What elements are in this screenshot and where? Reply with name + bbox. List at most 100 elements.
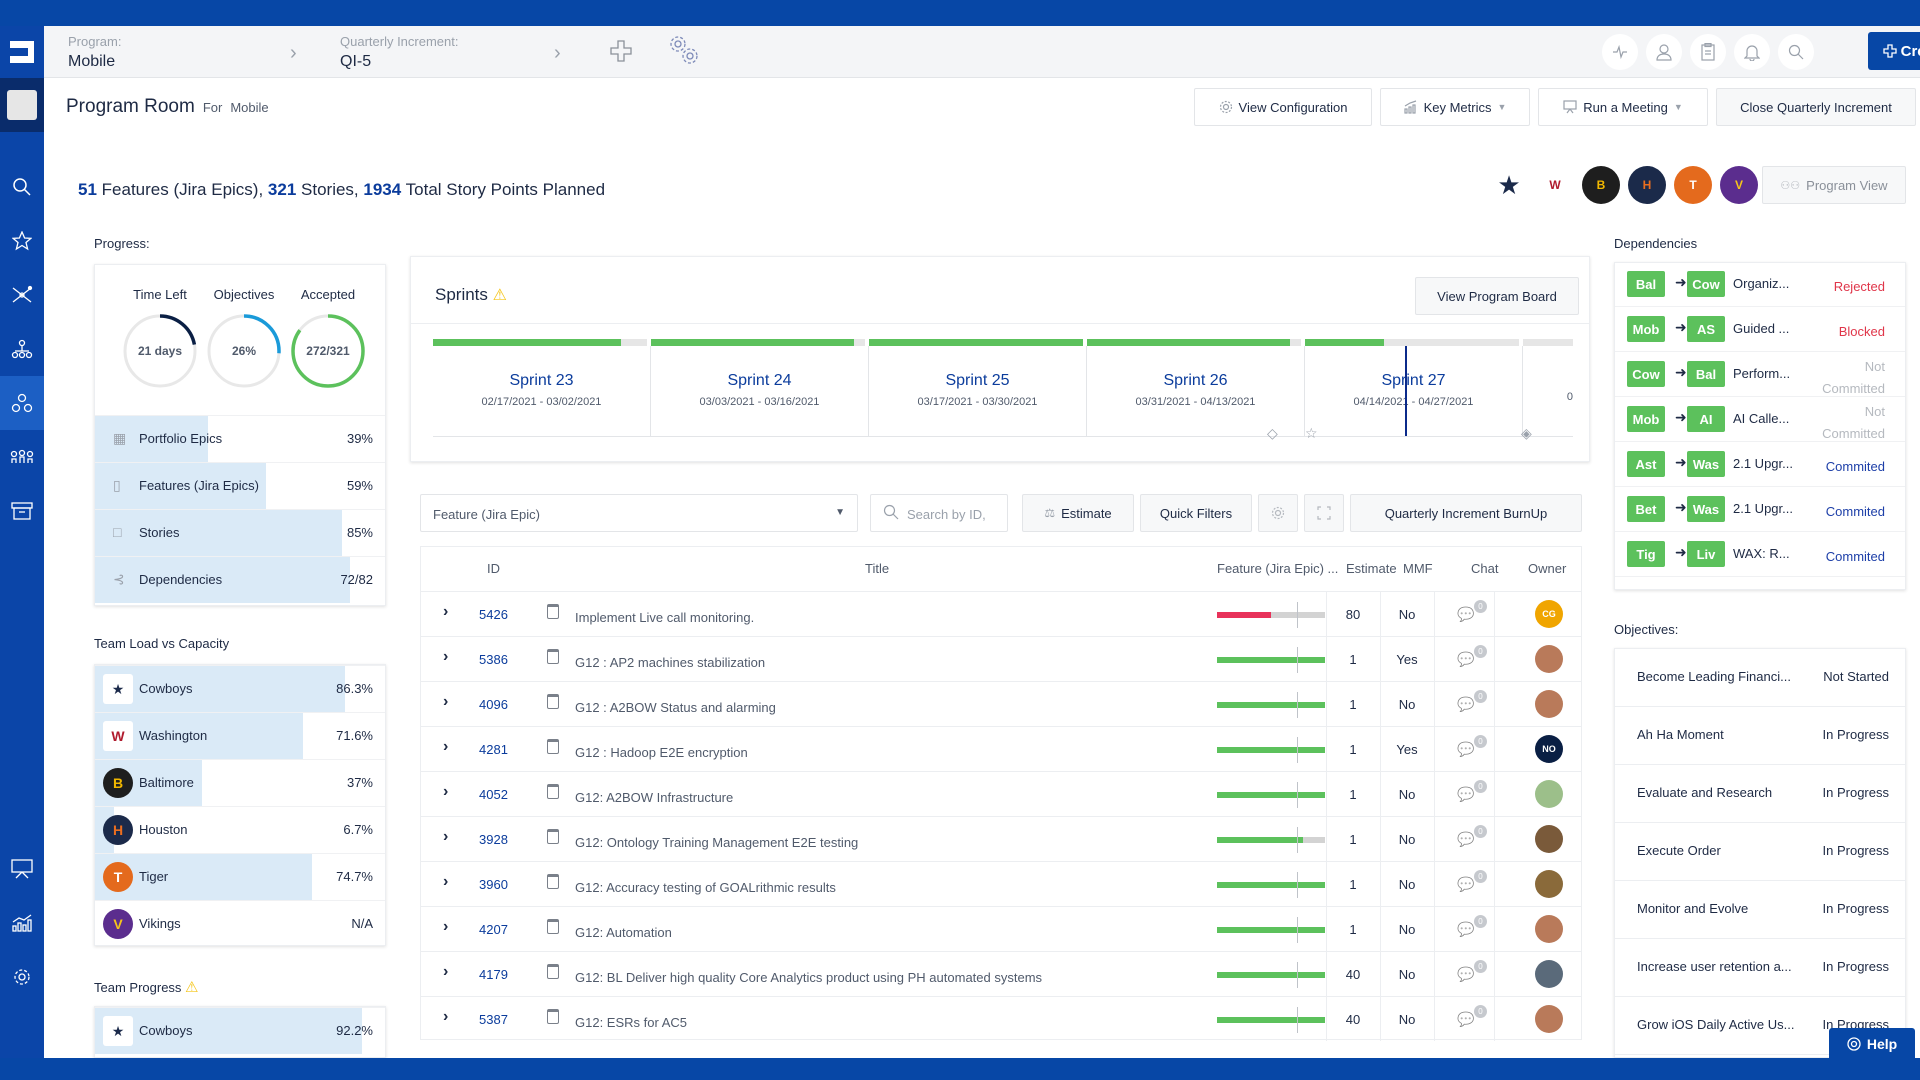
milestone-icon[interactable]: ◈: [1521, 425, 1532, 442]
team-row-houston[interactable]: H Houston 6.7%: [95, 806, 385, 853]
col-estimate[interactable]: Estimate: [1346, 561, 1397, 576]
team-logo-cowboys[interactable]: ★: [1490, 166, 1528, 204]
star-icon[interactable]: ☆: [1305, 425, 1318, 442]
expand-chevron-icon[interactable]: ›: [443, 738, 448, 756]
sidebar-item-program-room[interactable]: [0, 376, 44, 430]
progress-row-dependencies[interactable]: ⊰ Dependencies 72/82: [95, 556, 385, 603]
view-configuration-button[interactable]: View Configuration: [1194, 88, 1372, 126]
sidebar-item-metrics[interactable]: [0, 896, 44, 950]
owner-avatar[interactable]: [1535, 915, 1563, 943]
sidebar-item-teams[interactable]: [0, 430, 44, 484]
user-avatar[interactable]: [0, 78, 44, 132]
objective-row[interactable]: Increase user retention a... In Progress: [1615, 939, 1905, 997]
dependency-row[interactable]: Ast ➜ Was 2.1 Upgr... Commited: [1615, 443, 1905, 487]
sprint-card[interactable]: Sprint 23 02/17/2021 - 03/02/2021: [433, 346, 651, 436]
sprint-card[interactable]: Sprint 25 03/17/2021 - 03/30/2021: [869, 346, 1087, 436]
owner-avatar[interactable]: [1535, 690, 1563, 718]
dependency-row[interactable]: Mob ➜ AS Guided ... Blocked: [1615, 308, 1905, 352]
sprint-card[interactable]: Sprint 24 03/03/2021 - 03/16/2021: [651, 346, 869, 436]
col-id[interactable]: ID: [487, 561, 500, 576]
dependency-row[interactable]: Cow ➜ Bal Perform... Not Committed: [1615, 353, 1905, 397]
chat-icon[interactable]: 💬 0: [1455, 600, 1487, 630]
dependency-row[interactable]: Tig ➜ Liv WAX: R... Commited: [1615, 533, 1905, 577]
table-row[interactable]: › 5426 Implement Live call monitoring. 80 No…: [421, 591, 1581, 636]
expand-chevron-icon[interactable]: ›: [443, 693, 448, 711]
chat-icon[interactable]: 💬 0: [1455, 960, 1487, 990]
table-row[interactable]: › 5387 G12: ESRs for AC5 40 No 💬 0: [421, 996, 1581, 1041]
table-row[interactable]: › 4179 G12: BL Deliver high quality Core A…: [421, 951, 1581, 996]
team-row-washington[interactable]: W Washington 71.6%: [95, 712, 385, 759]
col-mmf[interactable]: MMF: [1403, 561, 1433, 576]
team-row-tiger[interactable]: T Tiger 74.7%: [95, 853, 385, 900]
add-icon[interactable]: [610, 40, 632, 67]
create-button[interactable]: Create: [1868, 32, 1920, 70]
row-id[interactable]: 4096: [479, 697, 508, 712]
search-input[interactable]: Search by ID,: [870, 494, 1008, 532]
objective-row[interactable]: Execute Order In Progress: [1615, 823, 1905, 881]
team-logo-tiger[interactable]: T: [1674, 166, 1712, 204]
run-meeting-button[interactable]: Run a Meeting ▼: [1538, 88, 1708, 126]
row-id[interactable]: 5387: [479, 1012, 508, 1027]
chat-icon[interactable]: 💬 0: [1455, 1005, 1487, 1035]
user-icon[interactable]: [1646, 34, 1682, 70]
team-row-cowboys[interactable]: ★ Cowboys 86.3%: [95, 665, 385, 712]
breadcrumb-program[interactable]: Program: Mobile: [68, 34, 121, 71]
progress-row-stories[interactable]: □ Stories 85%: [95, 509, 385, 556]
dependency-row[interactable]: Bet ➜ Was 2.1 Upgr... Commited: [1615, 488, 1905, 532]
expand-chevron-icon[interactable]: ›: [443, 783, 448, 801]
sidebar-item-network[interactable]: [0, 268, 44, 322]
row-id[interactable]: 4281: [479, 742, 508, 757]
help-button[interactable]: Help: [1829, 1028, 1915, 1060]
chat-icon[interactable]: 💬 0: [1455, 825, 1487, 855]
bell-icon[interactable]: [1734, 34, 1770, 70]
table-row[interactable]: › 4207 G12: Automation 1 No 💬 0: [421, 906, 1581, 951]
expand-button[interactable]: [1304, 494, 1344, 532]
objective-row[interactable]: Monitor and Evolve In Progress: [1615, 881, 1905, 939]
dependency-row[interactable]: Bal ➜ Cow Organiz... Rejected: [1615, 263, 1905, 307]
key-metrics-button[interactable]: Key Metrics ▼: [1380, 88, 1530, 126]
settings-gears-icon[interactable]: [666, 32, 702, 73]
chat-icon[interactable]: 💬 0: [1455, 645, 1487, 675]
table-row[interactable]: › 4052 G12: A2BOW Infrastructure 1 No 💬 0: [421, 771, 1581, 816]
row-id[interactable]: 5386: [479, 652, 508, 667]
table-row[interactable]: › 3960 G12: Accuracy testing of GOALrithmi…: [421, 861, 1581, 906]
qi-burnup-button[interactable]: Quarterly Increment BurnUp: [1350, 494, 1582, 532]
expand-chevron-icon[interactable]: ›: [443, 963, 448, 981]
dependency-row[interactable]: Mob ➜ AI AI Calle... Not Committed: [1615, 398, 1905, 442]
expand-chevron-icon[interactable]: ›: [443, 1008, 448, 1026]
team-row-vikings[interactable]: V Vikings N/A: [95, 900, 385, 947]
clipboard-icon[interactable]: [1690, 34, 1726, 70]
table-row[interactable]: › 5386 G12 : AP2 machines stabilization 1 Ye…: [421, 636, 1581, 681]
expand-chevron-icon[interactable]: ›: [443, 873, 448, 891]
chat-icon[interactable]: 💬 0: [1455, 780, 1487, 810]
expand-chevron-icon[interactable]: ›: [443, 828, 448, 846]
sidebar-item-hierarchy[interactable]: [0, 322, 44, 376]
chat-icon[interactable]: 💬 0: [1455, 915, 1487, 945]
table-settings-button[interactable]: [1258, 494, 1298, 532]
owner-avatar[interactable]: [1535, 825, 1563, 853]
team-row-baltimore[interactable]: B Baltimore 37%: [95, 759, 385, 806]
owner-avatar[interactable]: [1535, 645, 1563, 673]
milestone-icon[interactable]: ◇: [1267, 425, 1278, 442]
row-id[interactable]: 3960: [479, 877, 508, 892]
row-id[interactable]: 5426: [479, 607, 508, 622]
sidebar-item-settings[interactable]: [0, 950, 44, 1004]
owner-avatar[interactable]: [1535, 780, 1563, 808]
program-view-button[interactable]: ⚇⚇ Program View: [1762, 166, 1906, 204]
close-qi-button[interactable]: Close Quarterly Increment: [1716, 88, 1916, 126]
col-title[interactable]: Title: [865, 561, 889, 576]
table-row[interactable]: › 4096 G12 : A2BOW Status and alarming 1 No 💬…: [421, 681, 1581, 726]
sidebar-item-favorites[interactable]: [0, 214, 44, 268]
progress-row-portfolio-epics[interactable]: ▦ Portfolio Epics 39%: [95, 415, 385, 462]
col-owner[interactable]: Owner: [1528, 561, 1566, 576]
expand-chevron-icon[interactable]: ›: [443, 918, 448, 936]
row-id[interactable]: 3928: [479, 832, 508, 847]
row-id[interactable]: 4179: [479, 967, 508, 982]
col-chat[interactable]: Chat: [1471, 561, 1498, 576]
team-row-cowboys[interactable]: ★ Cowboys 92.2%: [95, 1007, 385, 1054]
expand-chevron-icon[interactable]: ›: [443, 603, 448, 621]
expand-chevron-icon[interactable]: ›: [443, 648, 448, 666]
chat-icon[interactable]: 💬 0: [1455, 735, 1487, 765]
sprint-card[interactable]: Sprint 27 04/14/2021 - 04/27/2021: [1305, 346, 1523, 436]
breadcrumb-qi[interactable]: Quarterly Increment: QI-5: [340, 34, 459, 71]
